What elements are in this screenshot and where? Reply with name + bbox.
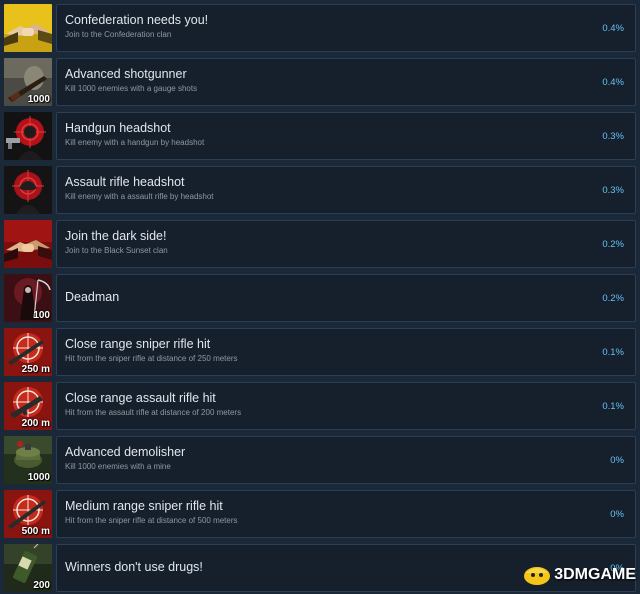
achievement-title: Advanced shotgunner bbox=[65, 67, 187, 81]
achievement-panel: Deadman 0.2% bbox=[56, 274, 636, 322]
achievement-row[interactable]: Assault rifle headshot Kill enemy with a… bbox=[4, 166, 636, 216]
achievement-panel: Close range assault rifle hit Hit from t… bbox=[56, 382, 636, 430]
achievement-panel: Assault rifle headshot Kill enemy with a… bbox=[56, 166, 636, 214]
unlock-percentage: 0.1% bbox=[602, 401, 624, 412]
achievement-title: Join the dark side! bbox=[65, 229, 167, 243]
achievement-panel: Join the dark side! Join to the Black Su… bbox=[56, 220, 636, 268]
achievement-description: Kill enemy with a handgun by headshot bbox=[65, 138, 205, 147]
achievement-description: Hit from the assault rifle at distance o… bbox=[65, 408, 242, 417]
rifle-headshot-icon bbox=[4, 166, 52, 214]
syringe-icon: 200 bbox=[4, 544, 52, 592]
achievement-title: Winners don't use drugs! bbox=[65, 560, 203, 574]
achievement-row[interactable]: 200 m Close range assault rifle hit Hit … bbox=[4, 382, 636, 432]
achievement-row[interactable]: Confederation needs you! Join to the Con… bbox=[4, 4, 636, 54]
watermark-text: 3DMGAME bbox=[554, 566, 636, 583]
achievement-panel: Confederation needs you! Join to the Con… bbox=[56, 4, 636, 52]
achievement-panel: Handgun headshot Kill enemy with a handg… bbox=[56, 112, 636, 160]
achievement-title: Confederation needs you! bbox=[65, 13, 209, 27]
achievement-badge: 200 bbox=[33, 580, 50, 591]
unlock-percentage: 0% bbox=[610, 509, 624, 520]
reaper-icon: 100 bbox=[4, 274, 52, 322]
achievement-panel: Advanced shotgunner Kill 1000 enemies wi… bbox=[56, 58, 636, 106]
achievement-badge: 1000 bbox=[27, 472, 50, 483]
unlock-percentage: 0.4% bbox=[602, 77, 624, 88]
sniper-target-icon: 500 m bbox=[4, 490, 52, 538]
handgun-headshot-icon bbox=[4, 112, 52, 160]
achievement-description: Hit from the sniper rifle at distance of… bbox=[65, 516, 238, 525]
watermark: 3DMGAME bbox=[522, 562, 636, 588]
watermark-logo-icon bbox=[524, 567, 551, 585]
achievement-badge: 100 bbox=[33, 310, 50, 321]
unlock-percentage: 0% bbox=[610, 455, 624, 466]
achievement-title: Close range sniper rifle hit bbox=[65, 337, 211, 351]
achievement-badge: 1000 bbox=[27, 94, 50, 105]
unlock-percentage: 0.2% bbox=[602, 293, 624, 304]
achievement-row[interactable]: Join the dark side! Join to the Black Su… bbox=[4, 220, 636, 270]
achievement-badge: 500 m bbox=[21, 526, 50, 537]
assault-target-icon: 200 m bbox=[4, 382, 52, 430]
dark-handshake-icon bbox=[4, 220, 52, 268]
achievement-description: Join to the Black Sunset clan bbox=[65, 246, 168, 255]
achievement-title: Advanced demolisher bbox=[65, 445, 186, 459]
achievement-title: Close range assault rifle hit bbox=[65, 391, 216, 405]
achievement-row[interactable]: Handgun headshot Kill enemy with a handg… bbox=[4, 112, 636, 162]
shotgun-icon: 1000 bbox=[4, 58, 52, 106]
unlock-percentage: 0.3% bbox=[602, 131, 624, 142]
achievement-panel: Advanced demolisher Kill 1000 enemies wi… bbox=[56, 436, 636, 484]
sniper-target-icon: 250 m bbox=[4, 328, 52, 376]
achievement-description: Hit from the sniper rifle at distance of… bbox=[65, 354, 238, 363]
achievement-description: Kill 1000 enemies with a mine bbox=[65, 462, 171, 471]
achievement-description: Kill enemy with a assault rifle by heads… bbox=[65, 192, 214, 201]
unlock-percentage: 0.4% bbox=[602, 23, 624, 34]
achievement-row[interactable]: 500 m Medium range sniper rifle hit Hit … bbox=[4, 490, 636, 540]
achievement-badge: 250 m bbox=[21, 364, 50, 375]
unlock-percentage: 0.1% bbox=[602, 347, 624, 358]
unlock-percentage: 0.3% bbox=[602, 185, 624, 196]
achievement-description: Kill 1000 enemies with a gauge shots bbox=[65, 84, 198, 93]
achievement-description: Join to the Confederation clan bbox=[65, 30, 172, 39]
achievement-row[interactable]: 100 Deadman 0.2% bbox=[4, 274, 636, 324]
unlock-percentage: 0.2% bbox=[602, 239, 624, 250]
handshake-icon bbox=[4, 4, 52, 52]
achievement-title: Medium range sniper rifle hit bbox=[65, 499, 223, 513]
achievement-row[interactable]: 250 m Close range sniper rifle hit Hit f… bbox=[4, 328, 636, 378]
achievement-badge: 200 m bbox=[21, 418, 50, 429]
achievement-title: Handgun headshot bbox=[65, 121, 171, 135]
achievement-panel: Close range sniper rifle hit Hit from th… bbox=[56, 328, 636, 376]
achievement-row[interactable]: 1000 Advanced demolisher Kill 1000 enemi… bbox=[4, 436, 636, 486]
achievement-title: Assault rifle headshot bbox=[65, 175, 185, 189]
achievement-title: Deadman bbox=[65, 290, 120, 304]
achievement-row[interactable]: 1000 Advanced shotgunner Kill 1000 enemi… bbox=[4, 58, 636, 108]
mine-icon: 1000 bbox=[4, 436, 52, 484]
achievement-panel: Medium range sniper rifle hit Hit from t… bbox=[56, 490, 636, 538]
